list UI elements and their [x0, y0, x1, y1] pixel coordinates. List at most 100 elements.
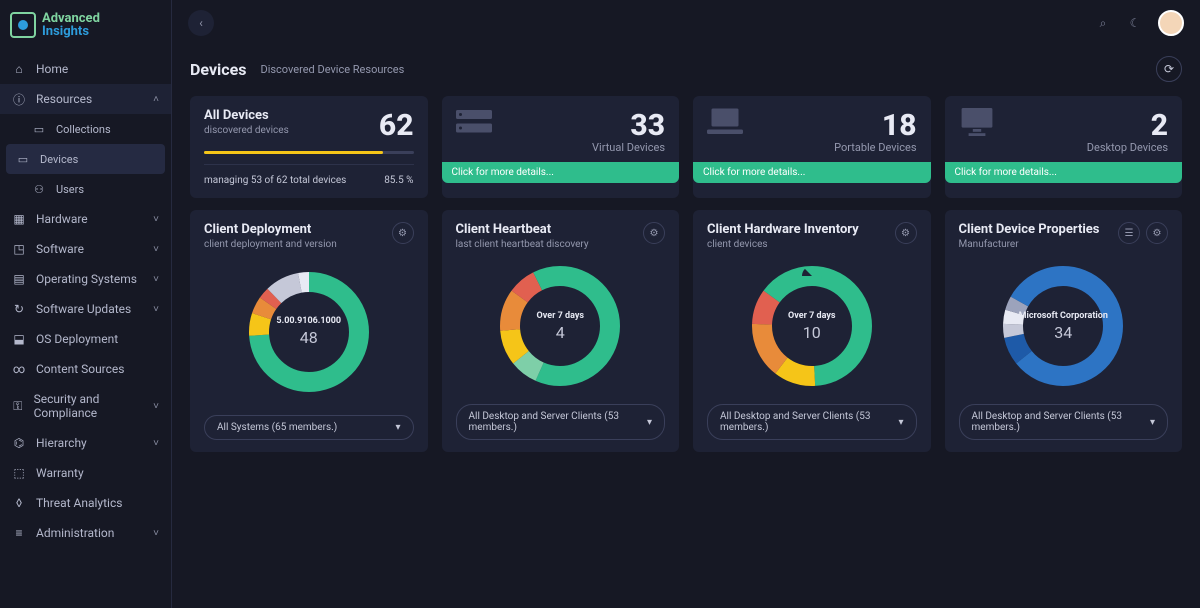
nav-content[interactable]: ∞Content Sources [0, 354, 171, 384]
main: ‹ ⌕ ☾ Devices Discovered Device Resource… [172, 0, 1200, 608]
nav-collections[interactable]: ▭Collections [0, 114, 171, 144]
gear-button[interactable]: ⚙ [895, 222, 917, 244]
nav-label: Software [36, 242, 84, 256]
nav-security[interactable]: ⚿Security and Compliance˅ [0, 384, 171, 428]
donut-chart: Microsoft Corporation 34 [993, 256, 1133, 396]
dropdown-label: All Desktop and Server Clients (53 membe… [720, 411, 898, 433]
summary-portable-devices[interactable]: 18 Portable Devices Click for more detai… [693, 96, 931, 198]
details-link[interactable]: Click for more details... [945, 162, 1183, 183]
nav-software[interactable]: ◳ Software ˅ [0, 234, 171, 264]
page-title: Devices [190, 60, 246, 79]
nav-hardware[interactable]: ▦Hardware˅ [0, 204, 171, 234]
gear-button[interactable]: ⚙ [392, 222, 414, 244]
avatar[interactable] [1158, 10, 1184, 36]
summary-row: All Devices discovered devices 62 managi… [190, 96, 1182, 198]
nav-devices[interactable]: ▭Devices [6, 144, 165, 174]
home-icon: ⌂ [12, 62, 26, 76]
filter-dropdown[interactable]: All Desktop and Server Clients (53 membe… [707, 404, 917, 440]
chart-card-0: Client Deployment client deployment and … [190, 210, 428, 452]
nav-label: Administration [36, 526, 114, 540]
chart-card-2: Client Hardware Inventory client devices… [693, 210, 931, 452]
nav-osdeploy[interactable]: ⬓ OS Deployment [0, 324, 171, 354]
brand-logo[interactable]: Advanced Insights [0, 0, 171, 50]
nav-label: Hierarchy [36, 436, 87, 450]
filter-dropdown[interactable]: All Desktop and Server Clients (53 membe… [959, 404, 1169, 440]
donut-label: Over 7 days [537, 311, 584, 321]
donut-label: Microsoft Corporation [1019, 311, 1108, 321]
chart-title: Client Deployment [204, 222, 337, 237]
nav-warranty[interactable]: ⬚ Warranty [0, 458, 171, 488]
shield-icon: ◊ [12, 496, 26, 510]
logo-text: Advanced Insights [42, 12, 100, 38]
nav-users[interactable]: ⚇Users [0, 174, 171, 204]
nav-label: Threat Analytics [36, 496, 122, 510]
filter-dropdown[interactable]: All Systems (65 members.) ▾ [204, 415, 414, 440]
sidebar: Advanced Insights ⌂Home ⓘResources˄ ▭Col… [0, 0, 172, 608]
search-icon[interactable]: ⌕ [1094, 14, 1112, 32]
nav-label: Devices [40, 153, 78, 166]
details-link[interactable]: Click for more details... [693, 162, 931, 183]
nav-label: Home [36, 62, 68, 76]
nav-updates[interactable]: ↻Software Updates˅ [0, 294, 171, 324]
chevron-down-icon: ▾ [647, 417, 652, 428]
summary-count: 2 [1087, 108, 1168, 143]
summary-all-devices: All Devices discovered devices 62 managi… [190, 96, 428, 198]
nav-label: Warranty [36, 466, 84, 480]
chevron-down-icon: ˅ [153, 528, 159, 539]
summary-virtual-devices[interactable]: 33 Virtual Devices Click for more detail… [442, 96, 680, 198]
chevron-down-icon: ˅ [153, 304, 159, 315]
nav-label: Operating Systems [36, 272, 137, 286]
chevron-down-icon: ˅ [153, 214, 159, 225]
donut-chart: Over 7 days 10 [742, 256, 882, 396]
lock-icon: ⚿ [12, 399, 24, 413]
nav-home[interactable]: ⌂ Home [0, 54, 171, 84]
summary-title: All Devices [204, 108, 289, 123]
chevron-left-icon: ‹ [199, 16, 203, 30]
summary-label: Portable Devices [834, 141, 916, 154]
nav-label: OS Deployment [36, 332, 118, 346]
managing-text: managing 53 of 62 total devices [204, 175, 346, 186]
chart-title: Client Device Properties [959, 222, 1100, 237]
chart-title: Client Hardware Inventory [707, 222, 859, 237]
laptop-icon [707, 108, 743, 136]
donut-value: 48 [300, 328, 318, 347]
tag-icon: ⬚ [12, 466, 26, 480]
donut-chart: Over 7 days 4 [490, 256, 630, 396]
os-icon: ▤ [12, 272, 26, 286]
desktop-icon [959, 108, 995, 136]
theme-icon[interactable]: ☾ [1126, 14, 1144, 32]
package-icon: ◳ [12, 242, 26, 256]
donut-label: 5.00.9106.1000 [276, 316, 341, 326]
list-button[interactable]: ☰ [1118, 222, 1140, 244]
users-icon: ⚇ [32, 182, 46, 196]
chevron-down-icon: ▾ [395, 422, 400, 433]
nav-label: Collections [56, 123, 111, 136]
nav-resources[interactable]: ⓘResources˄ [0, 84, 171, 114]
chevron-down-icon: ˅ [153, 244, 159, 255]
chart-subtitle: client devices [707, 239, 859, 250]
gear-button[interactable]: ⚙ [643, 222, 665, 244]
deploy-icon: ⬓ [12, 332, 26, 346]
nav-label: Hardware [36, 212, 88, 226]
nav-os[interactable]: ▤Operating Systems˅ [0, 264, 171, 294]
refresh-button[interactable]: ⟳ [1156, 56, 1182, 82]
topbar: ‹ ⌕ ☾ [172, 0, 1200, 46]
nav-admin[interactable]: ≡ Administration ˅ [0, 518, 171, 548]
content: All Devices discovered devices 62 managi… [172, 96, 1200, 470]
nav-label: Resources [36, 92, 92, 106]
nav-hierarchy[interactable]: ⌬Hierarchy˅ [0, 428, 171, 458]
page-subtitle: Discovered Device Resources [260, 63, 404, 76]
nav-threat[interactable]: ◊ Threat Analytics [0, 488, 171, 518]
sidebar-toggle-button[interactable]: ‹ [188, 10, 214, 36]
details-link[interactable]: Click for more details... [442, 162, 680, 183]
server-icon [456, 108, 492, 136]
chevron-up-icon: ˄ [153, 94, 159, 105]
chart-card-3: Client Device Properties Manufacturer ☰ … [945, 210, 1183, 452]
gear-button[interactable]: ⚙ [1146, 222, 1168, 244]
chart-subtitle: Manufacturer [959, 239, 1100, 250]
dropdown-label: All Systems (65 members.) [217, 422, 337, 433]
summary-desktop-devices[interactable]: 2 Desktop Devices Click for more details… [945, 96, 1183, 198]
nav: ⌂Home ⓘResources˄ ▭Collections ▭Devices … [0, 50, 171, 552]
list-icon: ≡ [12, 526, 26, 540]
filter-dropdown[interactable]: All Desktop and Server Clients (53 membe… [456, 404, 666, 440]
